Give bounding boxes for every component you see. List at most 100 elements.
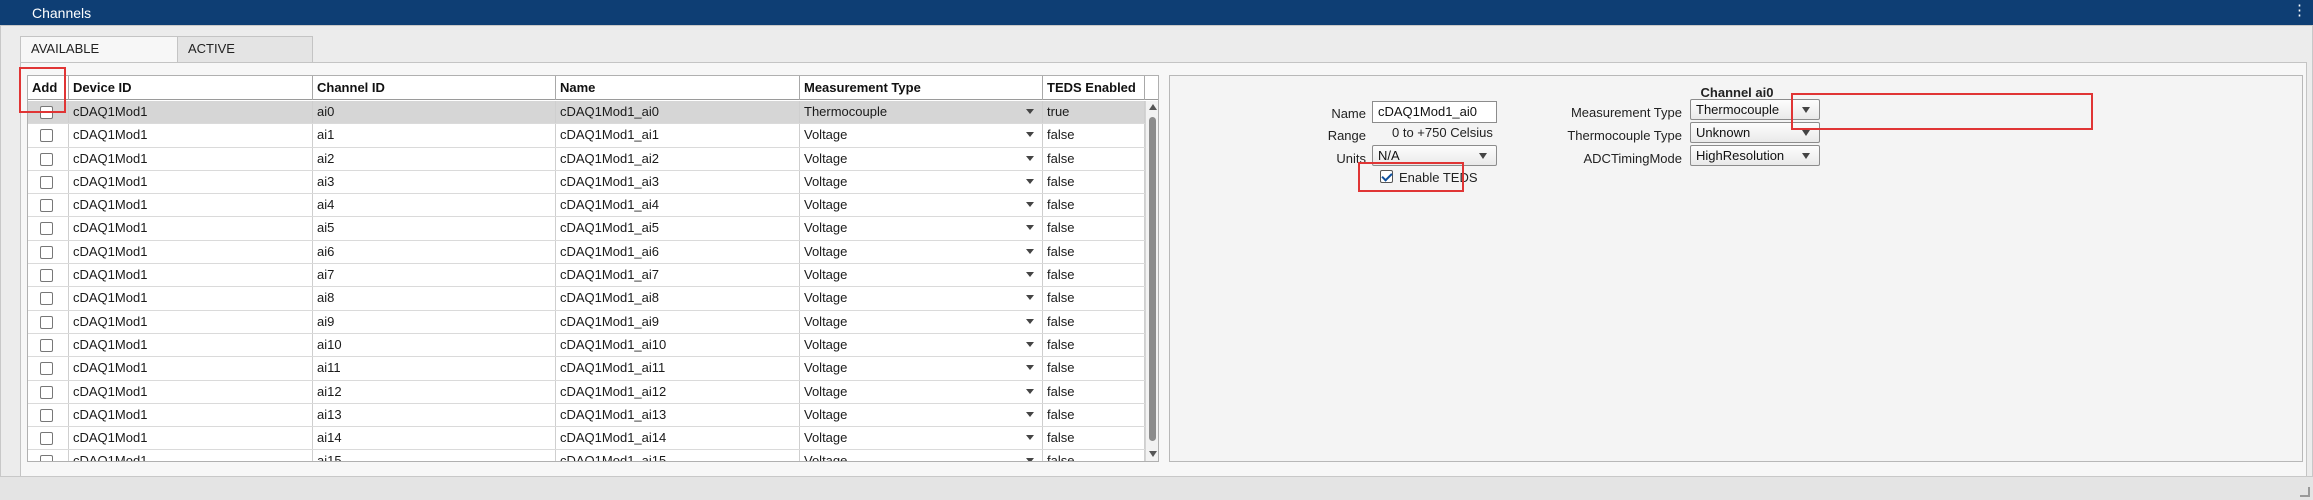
measurement-type-cell[interactable]: Voltage: [800, 333, 1043, 357]
tab-available-channels[interactable]: AVAILABLE CHANNELS: [20, 36, 178, 80]
measurement-type-cell[interactable]: Voltage: [800, 240, 1043, 264]
measurement-type-cell[interactable]: Voltage: [800, 357, 1043, 380]
add-checkbox[interactable]: [40, 292, 53, 306]
add-checkbox[interactable]: [40, 408, 53, 422]
table-row[interactable]: cDAQ1Mod1 ai11 cDAQ1Mod1_ai11 Voltage false: [28, 357, 1145, 381]
adc-timing-mode-dropdown[interactable]: HighResolution: [1690, 145, 1820, 166]
measurement-type-dropdown[interactable]: Thermocouple: [1690, 99, 1820, 120]
table-row[interactable]: cDAQ1Mod1 ai10 cDAQ1Mod1_ai10 Voltage false: [28, 333, 1145, 358]
resize-grip-icon[interactable]: [2300, 487, 2310, 497]
name-cell[interactable]: cDAQ1Mod1_ai10: [556, 333, 800, 357]
measurement-type-cell[interactable]: Voltage: [800, 427, 1043, 450]
name-cell[interactable]: cDAQ1Mod1_ai1: [556, 124, 800, 147]
add-checkbox[interactable]: [40, 455, 53, 461]
table-row[interactable]: cDAQ1Mod1 ai4 cDAQ1Mod1_ai4 Voltage false: [28, 194, 1145, 218]
add-checkbox[interactable]: [40, 245, 53, 259]
table-row[interactable]: cDAQ1Mod1 ai0 cDAQ1Mod1_ai0 Thermocouple tru…: [28, 101, 1145, 125]
column-header-measurement-type[interactable]: Measurement Type: [800, 76, 1043, 100]
tab-active-channels[interactable]: ACTIVE CHANNELS: [177, 36, 313, 80]
scrollbar-thumb[interactable]: [1149, 117, 1156, 441]
name-cell[interactable]: cDAQ1Mod1_ai15: [556, 450, 800, 461]
column-header-device-id[interactable]: Device ID: [69, 76, 313, 100]
name-cell[interactable]: cDAQ1Mod1_ai0: [556, 101, 800, 124]
measurement-type-cell[interactable]: Voltage: [800, 217, 1043, 240]
measurement-type-cell[interactable]: Voltage: [800, 147, 1043, 170]
name-cell[interactable]: cDAQ1Mod1_ai12: [556, 380, 800, 403]
measurement-type-cell[interactable]: Voltage: [800, 380, 1043, 403]
add-checkbox[interactable]: [40, 269, 53, 283]
measurement-type-cell[interactable]: Voltage: [800, 287, 1043, 310]
measurement-type-text: Voltage: [804, 243, 848, 259]
scroll-up-icon[interactable]: [1149, 104, 1157, 110]
add-checkbox[interactable]: [40, 106, 53, 119]
column-header-teds-enabled[interactable]: TEDS Enabled: [1043, 76, 1145, 100]
name-cell[interactable]: cDAQ1Mod1_ai7: [556, 264, 800, 287]
table-row[interactable]: cDAQ1Mod1 ai8 cDAQ1Mod1_ai8 Voltage false: [28, 287, 1145, 311]
scroll-down-icon[interactable]: [1149, 451, 1157, 457]
table-row[interactable]: cDAQ1Mod1 ai1 cDAQ1Mod1_ai1 Voltage false: [28, 124, 1145, 148]
add-checkbox[interactable]: [40, 338, 53, 352]
measurement-type-cell[interactable]: Voltage: [800, 124, 1043, 147]
measurement-type-label: Measurement Type: [1570, 105, 1682, 120]
adc-timing-mode-value: HighResolution: [1696, 148, 1785, 163]
caret-down-icon: [1026, 109, 1034, 114]
name-cell[interactable]: cDAQ1Mod1_ai6: [556, 240, 800, 264]
table-row[interactable]: cDAQ1Mod1 ai3 cDAQ1Mod1_ai3 Voltage false: [28, 170, 1145, 195]
table-row[interactable]: cDAQ1Mod1 ai5 cDAQ1Mod1_ai5 Voltage false: [28, 217, 1145, 241]
thermocouple-type-label: Thermocouple Type: [1567, 128, 1682, 143]
teds-cell: false: [1043, 403, 1145, 427]
name-cell[interactable]: cDAQ1Mod1_ai8: [556, 287, 800, 310]
name-input[interactable]: cDAQ1Mod1_ai0: [1372, 101, 1497, 123]
add-checkbox[interactable]: [40, 152, 53, 166]
more-options-icon[interactable]: ⋮: [2292, 3, 2307, 18]
table-row[interactable]: cDAQ1Mod1 ai9 cDAQ1Mod1_ai9 Voltage false: [28, 310, 1145, 334]
teds-cell: false: [1043, 194, 1145, 217]
name-cell[interactable]: cDAQ1Mod1_ai2: [556, 147, 800, 170]
range-value: 0 to +750 Celsius: [1392, 125, 1493, 140]
measurement-type-cell[interactable]: Voltage: [800, 403, 1043, 427]
table-row[interactable]: cDAQ1Mod1 ai7 cDAQ1Mod1_ai7 Voltage false: [28, 264, 1145, 288]
column-header-channel-id[interactable]: Channel ID: [313, 76, 556, 100]
table-row[interactable]: cDAQ1Mod1 ai14 cDAQ1Mod1_ai14 Voltage false: [28, 427, 1145, 451]
channel-cell: ai2: [313, 147, 556, 170]
add-checkbox[interactable]: [40, 129, 53, 143]
measurement-type-cell[interactable]: Thermocouple: [800, 101, 1043, 124]
name-cell[interactable]: cDAQ1Mod1_ai4: [556, 194, 800, 217]
units-dropdown[interactable]: N/A: [1372, 145, 1497, 166]
add-checkbox[interactable]: [40, 175, 53, 189]
table-row[interactable]: cDAQ1Mod1 ai15 cDAQ1Mod1_ai15 Voltage false: [28, 450, 1145, 461]
table-scrollbar[interactable]: [1145, 101, 1158, 461]
table-header: Add Device ID Channel ID Name Measuremen…: [28, 76, 1158, 100]
table-row[interactable]: cDAQ1Mod1 ai12 cDAQ1Mod1_ai12 Voltage false: [28, 380, 1145, 404]
thermocouple-type-dropdown[interactable]: Unknown: [1690, 122, 1820, 143]
name-cell[interactable]: cDAQ1Mod1_ai9: [556, 310, 800, 333]
measurement-type-cell[interactable]: Voltage: [800, 450, 1043, 461]
table-row[interactable]: cDAQ1Mod1 ai13 cDAQ1Mod1_ai13 Voltage false: [28, 403, 1145, 428]
name-cell[interactable]: cDAQ1Mod1_ai3: [556, 170, 800, 194]
add-checkbox[interactable]: [40, 199, 53, 213]
caret-down-icon: [1802, 153, 1810, 159]
device-cell: cDAQ1Mod1: [69, 170, 313, 194]
measurement-type-cell[interactable]: Voltage: [800, 310, 1043, 333]
name-cell[interactable]: cDAQ1Mod1_ai13: [556, 403, 800, 427]
add-checkbox[interactable]: [40, 385, 53, 399]
measurement-type-cell[interactable]: Voltage: [800, 194, 1043, 217]
measurement-type-cell[interactable]: Voltage: [800, 264, 1043, 287]
add-checkbox[interactable]: [40, 432, 53, 446]
table-row[interactable]: cDAQ1Mod1 ai2 cDAQ1Mod1_ai2 Voltage false: [28, 147, 1145, 171]
name-cell[interactable]: cDAQ1Mod1_ai14: [556, 427, 800, 450]
add-checkbox[interactable]: [40, 222, 53, 236]
column-header-name[interactable]: Name: [556, 76, 800, 100]
add-checkbox[interactable]: [40, 315, 53, 329]
enable-teds-checkbox[interactable]: [1380, 170, 1393, 183]
channel-cell: ai14: [313, 427, 556, 450]
name-cell[interactable]: cDAQ1Mod1_ai5: [556, 217, 800, 240]
add-checkbox[interactable]: [40, 362, 53, 376]
add-cell: [28, 287, 69, 310]
name-cell[interactable]: cDAQ1Mod1_ai11: [556, 357, 800, 380]
window-titlebar: Channels ⋮: [0, 0, 2313, 25]
add-cell: [28, 240, 69, 264]
table-row[interactable]: cDAQ1Mod1 ai6 cDAQ1Mod1_ai6 Voltage false: [28, 240, 1145, 265]
column-header-add[interactable]: Add: [28, 76, 69, 100]
measurement-type-cell[interactable]: Voltage: [800, 170, 1043, 194]
